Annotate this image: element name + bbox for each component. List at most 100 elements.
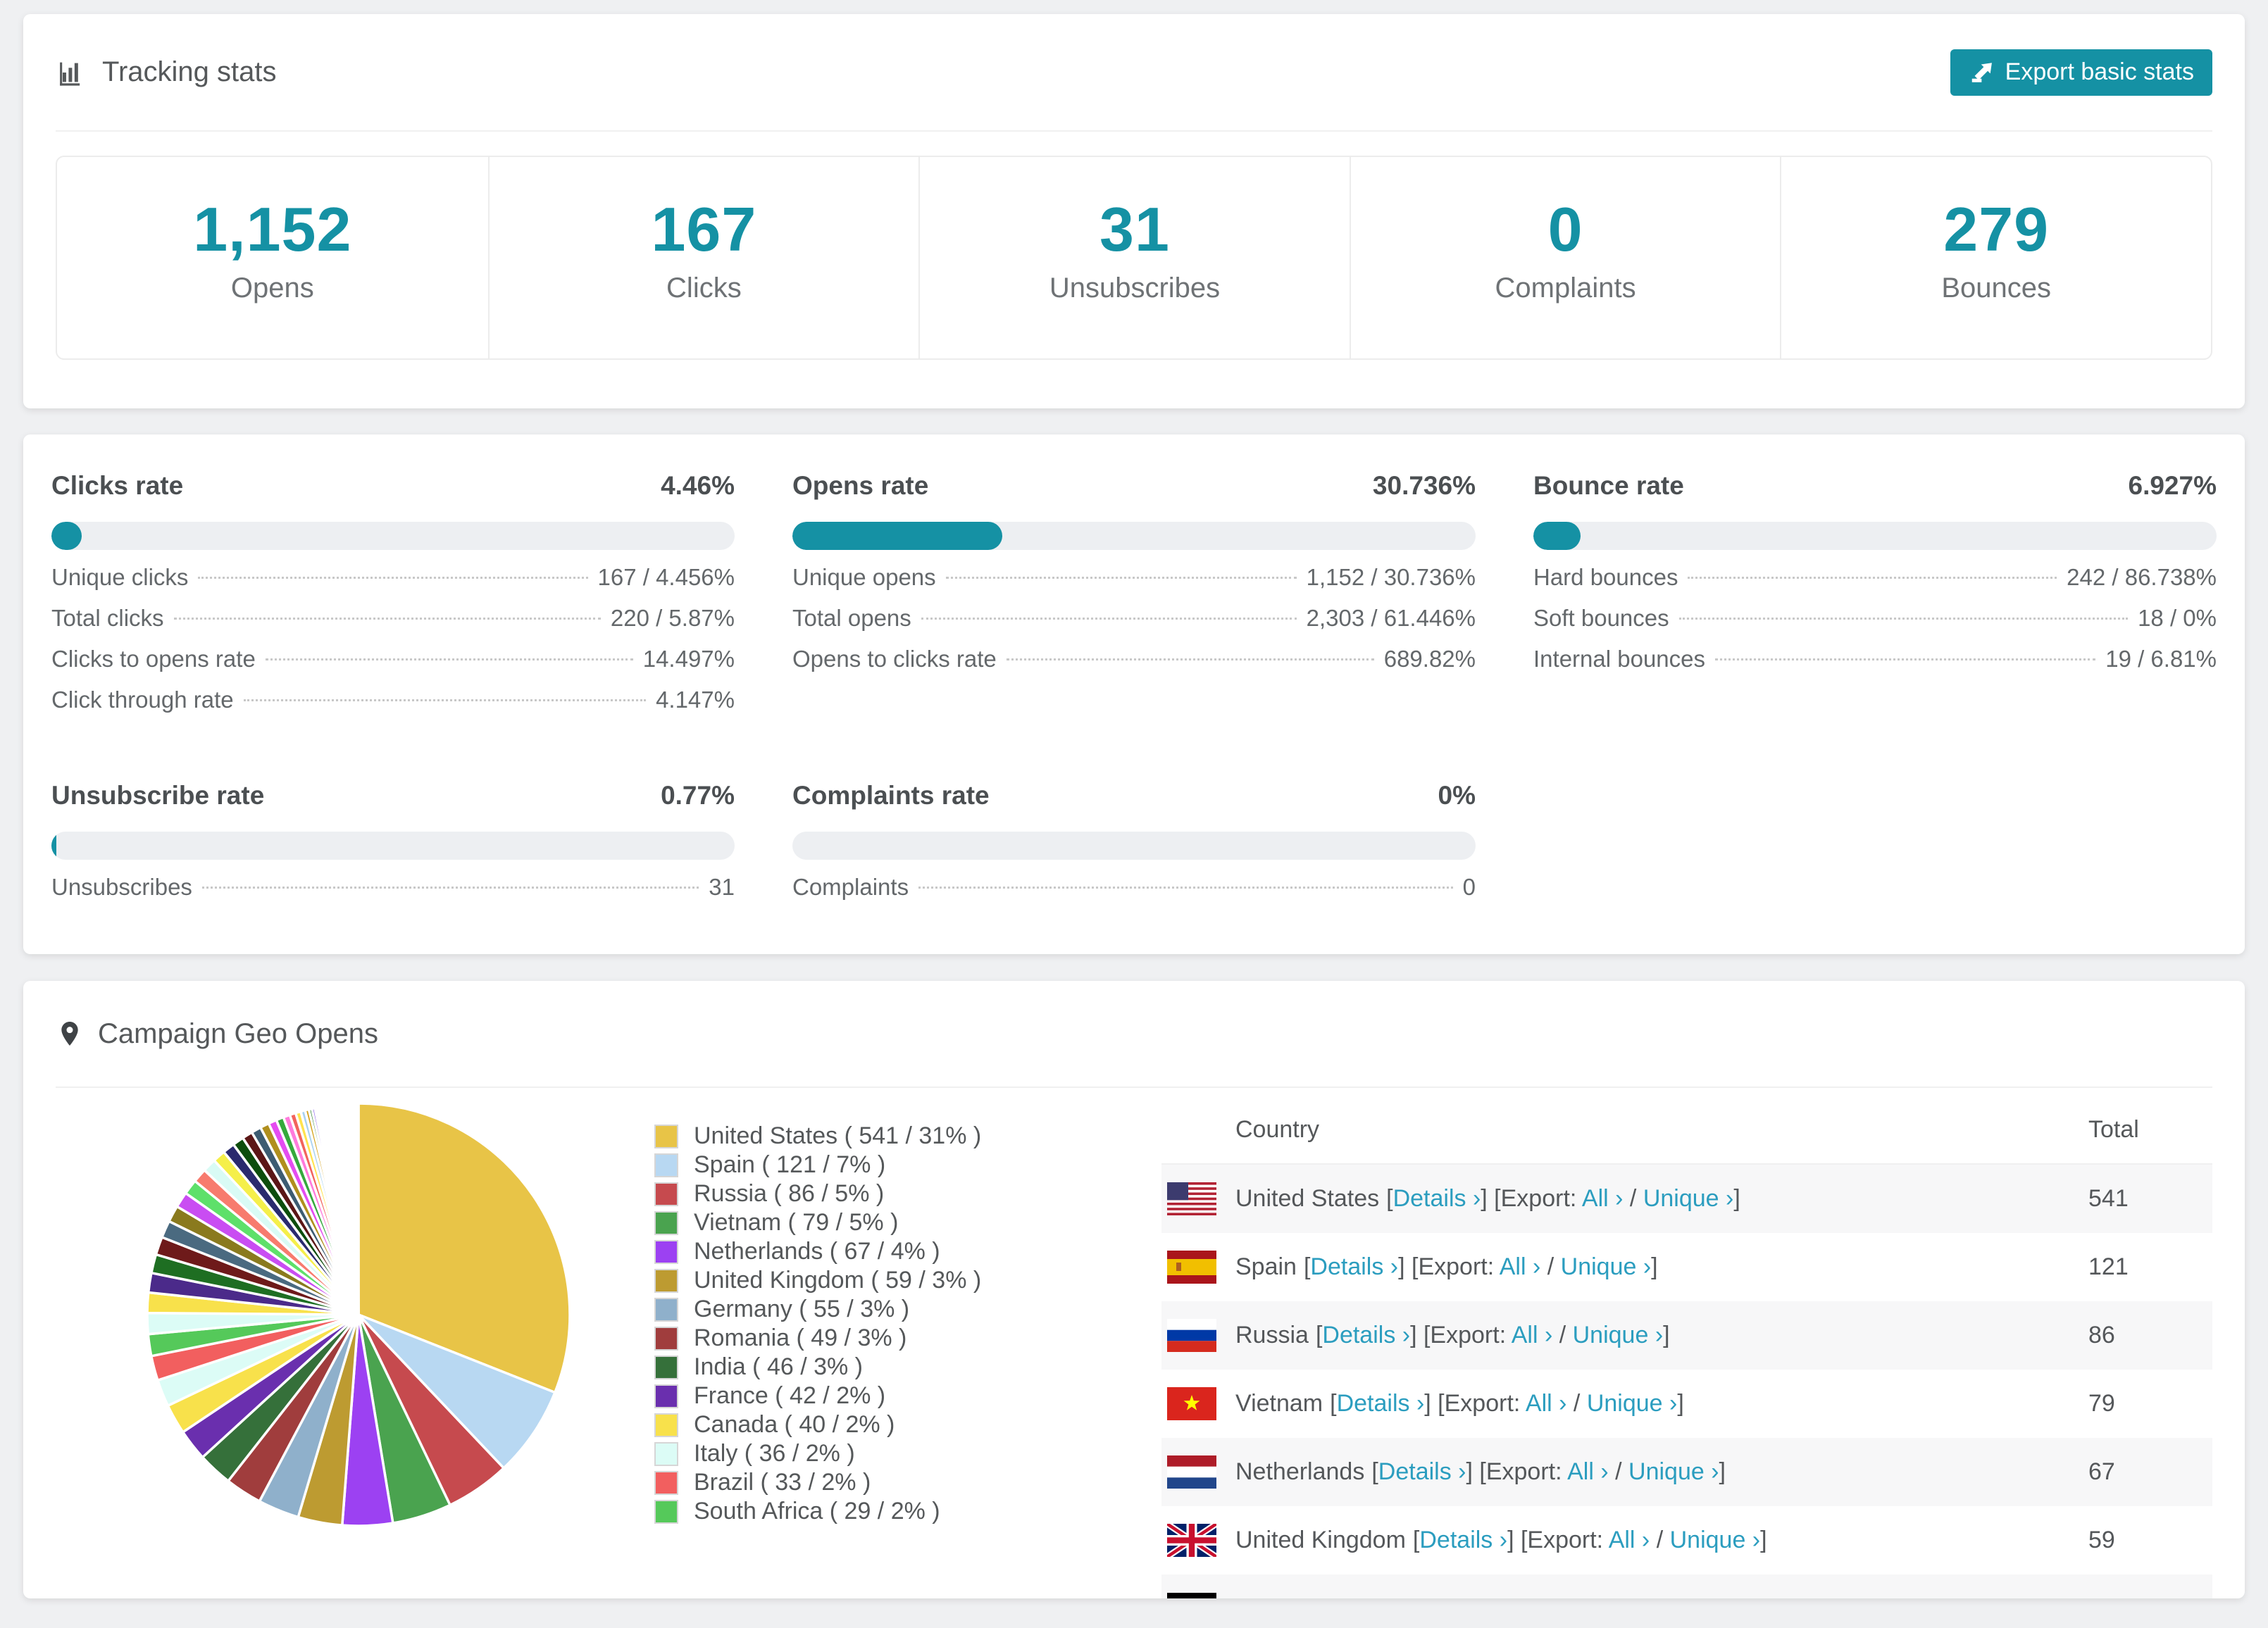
legend-swatch <box>654 1384 678 1408</box>
legend-item-spain[interactable]: Spain ( 121 / 7% ) <box>654 1151 985 1179</box>
rate-value: 6.927% <box>2128 471 2217 500</box>
dotted-leader <box>1688 577 2057 579</box>
total-value: 121 <box>2088 1253 2129 1280</box>
rate-row-value: 1,152 / 30.736% <box>1306 564 1476 590</box>
rate-row-unique-clicks: Unique clicks 167 / 4.456% <box>51 564 735 605</box>
legend-item-united-kingdom[interactable]: United Kingdom ( 59 / 3% ) <box>654 1266 985 1295</box>
stat-label: Bounces <box>1941 273 2052 303</box>
legend-label: France ( 42 / 2% ) <box>694 1382 886 1409</box>
row-links: [Details ›] [Export: All › / Unique ›] <box>1371 1458 1726 1485</box>
rate-row-label: Hard bounces <box>1533 564 1678 590</box>
dotted-leader <box>173 618 601 620</box>
details-link[interactable]: Details › <box>1337 1390 1425 1417</box>
legend-label: Brazil ( 33 / 2% ) <box>694 1469 871 1496</box>
legend-label: Netherlands ( 67 / 4% ) <box>694 1238 940 1265</box>
legend-item-france[interactable]: France ( 42 / 2% ) <box>654 1382 985 1410</box>
es-flag-icon <box>1167 1251 1216 1284</box>
stat-value: 279 <box>1943 194 2050 264</box>
export-unique-link[interactable]: Unique › <box>1643 1185 1734 1212</box>
details-link[interactable]: Details › <box>1419 1527 1507 1553</box>
export-all-link[interactable]: All › <box>1500 1253 1541 1280</box>
legend-item-romania[interactable]: Romania ( 49 / 3% ) <box>654 1324 985 1353</box>
legend-swatch <box>654 1268 678 1293</box>
ru-flag-icon <box>1167 1319 1216 1352</box>
table-row-russia: Russia [Details ›] [Export: All › / Uniqu… <box>1161 1301 2212 1370</box>
details-link[interactable]: Details › <box>1322 1322 1410 1348</box>
total-value: 59 <box>2088 1527 2115 1553</box>
nl-flag-icon <box>1167 1455 1216 1489</box>
stat-value: 31 <box>1099 194 1170 264</box>
legend-item-germany[interactable]: Germany ( 55 / 3% ) <box>654 1295 985 1324</box>
legend-item-italy[interactable]: Italy ( 36 / 2% ) <box>654 1439 985 1468</box>
legend-item-russia[interactable]: Russia ( 86 / 5% ) <box>654 1179 985 1208</box>
rate-title-row: Bounce rate 6.927% <box>1533 471 2217 501</box>
stat-bounces: 279 Bounces <box>1780 157 2211 358</box>
stat-label: Unsubscribes <box>1049 273 1221 303</box>
export-unique-link[interactable]: Unique › <box>1587 1390 1678 1417</box>
export-unique-link[interactable]: Unique › <box>1561 1253 1652 1280</box>
rate-title: Opens rate <box>792 471 929 500</box>
legend-item-south-africa[interactable]: South Africa ( 29 / 2% ) <box>654 1497 985 1526</box>
dotted-leader <box>265 658 633 660</box>
rate-title: Clicks rate <box>51 471 184 500</box>
export-unique-link[interactable]: Unique › <box>1670 1527 1761 1553</box>
rate-row-value: 220 / 5.87% <box>610 605 735 631</box>
legend-label: Russia ( 86 / 5% ) <box>694 1180 885 1207</box>
rate-row-value: 31 <box>709 874 735 900</box>
rate-row-label: Unique clicks <box>51 564 189 590</box>
rate-title-row: Opens rate 30.736% <box>792 471 1476 501</box>
dotted-leader <box>918 887 1453 889</box>
legend-item-canada[interactable]: Canada ( 40 / 2% ) <box>654 1410 985 1439</box>
vn-flag-icon <box>1167 1387 1216 1420</box>
rate-row-value: 167 / 4.456% <box>597 564 735 590</box>
export-all-link[interactable]: All › <box>1512 1322 1553 1348</box>
dotted-leader <box>1715 658 2096 660</box>
row-links: [Details ›] [Export: All › / Unique ›] <box>1330 1390 1684 1417</box>
rate-block-unsubscribe-rate: Unsubscribe rate 0.77% Unsubscribes 31 <box>51 781 735 915</box>
rate-row-internal-bounces: Internal bounces 19 / 6.81% <box>1533 646 2217 687</box>
legend-label: Canada ( 40 / 2% ) <box>694 1411 895 1438</box>
row-links: [Details ›] [Export: All › / Unique ›] <box>1315 1322 1670 1348</box>
rate-row-label: Total clicks <box>51 605 164 631</box>
geo-legend: United States ( 541 / 31% ) Spain ( 121 /… <box>654 1122 985 1598</box>
page-title: Tracking stats <box>102 56 277 87</box>
legend-item-netherlands[interactable]: Netherlands ( 67 / 4% ) <box>654 1237 985 1266</box>
details-link[interactable]: Details › <box>1310 1253 1398 1280</box>
row-links: [Details ›] [Export: All › / Unique ›] <box>1412 1527 1767 1553</box>
legend-swatch <box>654 1297 678 1322</box>
geo-table-header: Country Total <box>1161 1096 2212 1165</box>
legend-item-vietnam[interactable]: Vietnam ( 79 / 5% ) <box>654 1208 985 1237</box>
rate-row-opens-to-clicks-rate: Opens to clicks rate 689.82% <box>792 646 1476 687</box>
legend-label: Italy ( 36 / 2% ) <box>694 1440 855 1467</box>
legend-item-india[interactable]: India ( 46 / 3% ) <box>654 1353 985 1382</box>
rate-row-soft-bounces: Soft bounces 18 / 0% <box>1533 605 2217 646</box>
dotted-leader <box>1678 618 2129 620</box>
export-all-link[interactable]: All › <box>1609 1527 1650 1553</box>
legend-item-united-states[interactable]: United States ( 541 / 31% ) <box>654 1122 985 1151</box>
rate-block-opens-rate: Opens rate 30.736% Unique opens 1,152 / 30.… <box>792 471 1476 727</box>
rate-progress-fill <box>1533 522 1581 550</box>
stat-label: Clicks <box>666 273 742 303</box>
legend-label: United States ( 541 / 31% ) <box>694 1122 982 1149</box>
rate-value: 4.46% <box>661 471 735 500</box>
legend-swatch <box>654 1499 678 1524</box>
export-unique-link[interactable]: Unique › <box>1573 1322 1664 1348</box>
export-basic-stats-button[interactable]: Export basic stats <box>1950 49 2212 96</box>
stat-value: 1,152 <box>193 194 352 264</box>
rate-row-label: Opens to clicks rate <box>792 646 997 672</box>
rate-row-total-opens: Total opens 2,303 / 61.446% <box>792 605 1476 646</box>
export-all-link[interactable]: All › <box>1526 1390 1567 1417</box>
rates-card: Clicks rate 4.46% Unique clicks 167 / 4.456… <box>23 434 2245 954</box>
export-unique-link[interactable]: Unique › <box>1628 1458 1719 1485</box>
rate-progress-bar <box>792 522 1476 550</box>
details-link[interactable]: Details › <box>1393 1185 1481 1212</box>
rate-title-row: Unsubscribe rate 0.77% <box>51 781 735 810</box>
rate-row-total-clicks: Total clicks 220 / 5.87% <box>51 605 735 646</box>
legend-label: United Kingdom ( 59 / 3% ) <box>694 1267 982 1294</box>
export-all-link[interactable]: All › <box>1582 1185 1624 1212</box>
rates-grid: Clicks rate 4.46% Unique clicks 167 / 4.456… <box>51 471 2217 915</box>
campaign-geo-opens-card: Campaign Geo Opens United States ( 541 /… <box>23 981 2245 1598</box>
export-all-link[interactable]: All › <box>1567 1458 1609 1485</box>
details-link[interactable]: Details › <box>1378 1458 1466 1485</box>
legend-item-brazil[interactable]: Brazil ( 33 / 2% ) <box>654 1468 985 1497</box>
